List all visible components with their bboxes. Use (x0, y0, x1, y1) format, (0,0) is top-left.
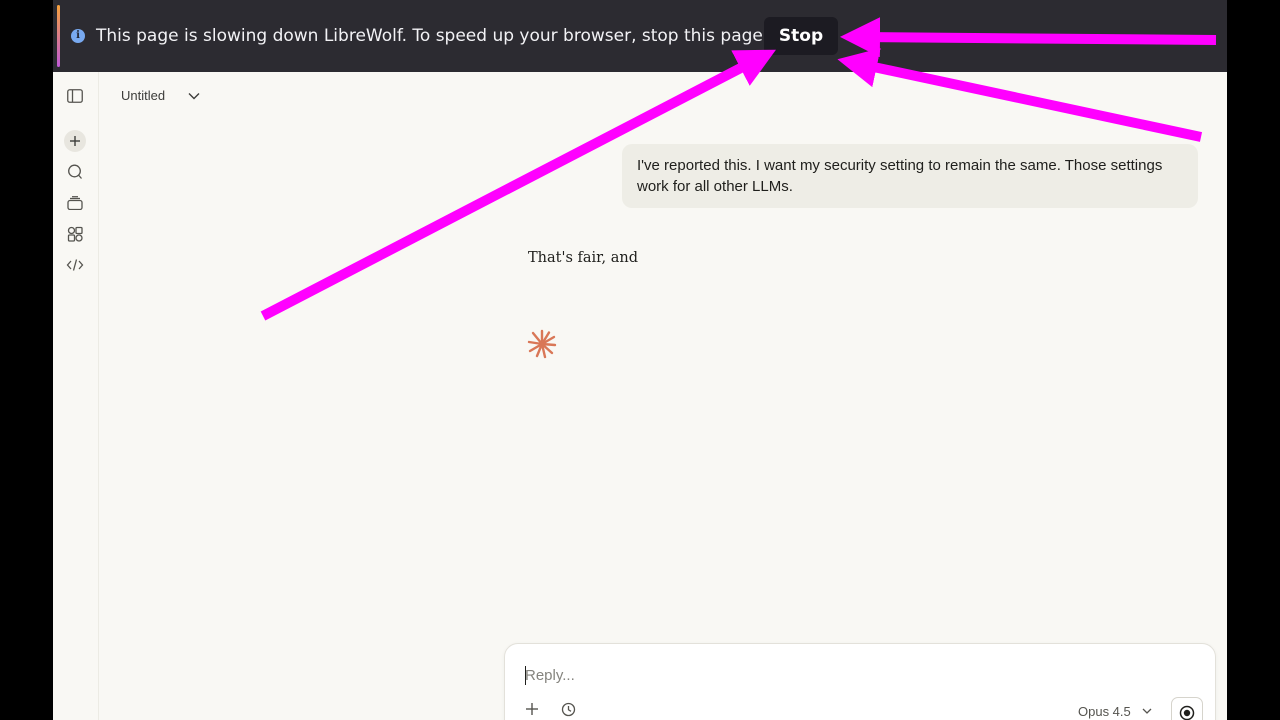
code-icon (66, 259, 84, 271)
message-composer: Opus 4.5 (504, 643, 1216, 720)
user-message: I've reported this. I want my security s… (622, 144, 1198, 208)
record-icon (1179, 705, 1195, 720)
notification-accent-bar (57, 5, 60, 67)
new-chat-button[interactable] (64, 130, 86, 152)
plus-icon (70, 136, 80, 146)
chevron-down-icon[interactable] (187, 90, 201, 102)
chat-title[interactable]: Untitled (121, 88, 165, 103)
clock-icon[interactable] (561, 702, 576, 717)
projects-button[interactable] (65, 193, 85, 213)
assistant-message: That's fair, and (528, 250, 638, 266)
loading-spinner-icon (527, 329, 557, 359)
artifacts-icon (67, 226, 83, 242)
slow-page-notification: i This page is slowing down LibreWolf. T… (53, 0, 1227, 72)
model-selector[interactable]: Opus 4.5 (1078, 704, 1131, 719)
stop-button[interactable]: Stop (764, 17, 838, 55)
chat-bubble-icon (68, 164, 82, 179)
artifacts-button[interactable] (65, 224, 85, 244)
sidebar-toggle-icon[interactable] (65, 86, 85, 106)
chevron-down-icon[interactable] (1141, 706, 1153, 716)
notification-message: This page is slowing down LibreWolf. To … (96, 26, 769, 46)
browser-content: i This page is slowing down LibreWolf. T… (53, 0, 1227, 720)
code-button[interactable] (65, 255, 85, 275)
plus-icon[interactable] (525, 702, 539, 716)
reply-input[interactable] (525, 662, 1175, 688)
voice-mode-button[interactable] (1171, 697, 1203, 720)
left-sidebar-rail (53, 72, 99, 720)
chats-button[interactable] (65, 162, 85, 182)
info-icon: i (71, 29, 85, 43)
projects-icon (67, 196, 83, 210)
